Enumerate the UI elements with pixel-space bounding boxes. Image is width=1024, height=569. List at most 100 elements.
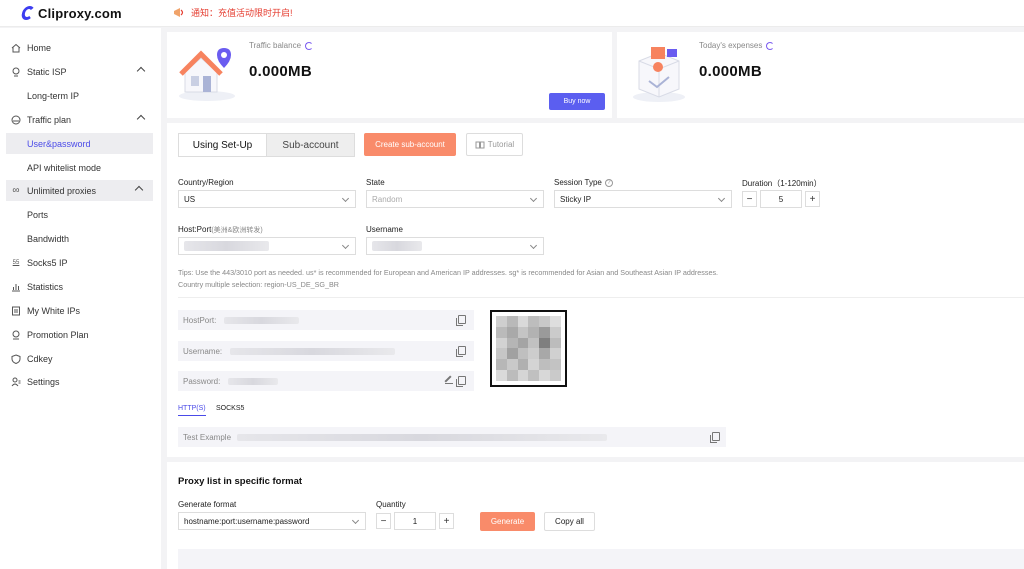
country-select[interactable]: US (178, 190, 356, 208)
traffic-balance-label: Traffic balance (249, 41, 302, 50)
sidebar-item-label: User&password (27, 138, 91, 149)
tab-socks5[interactable]: SOCKS5 (216, 405, 244, 412)
redacted-value (237, 433, 608, 441)
qr-code (490, 310, 567, 387)
country-value: US (184, 194, 196, 204)
bar-chart-icon (11, 282, 21, 292)
sidebar-item-user-password[interactable]: User&password (6, 133, 153, 154)
quantity-input[interactable]: 1 (394, 512, 436, 530)
promotion-icon (11, 330, 21, 340)
sidebar-item-settings[interactable]: Settings (0, 371, 161, 392)
buy-now-button[interactable]: Buy now (549, 93, 605, 110)
edit-icon[interactable] (445, 376, 453, 384)
sidebar-item-label: Long-term IP (27, 90, 80, 101)
tutorial-label: Tutorial (487, 140, 515, 149)
test-example-label: Test Example (183, 432, 232, 442)
increment-button[interactable]: + (439, 513, 454, 529)
copy-icon[interactable] (456, 346, 466, 357)
refresh-icon[interactable] (305, 41, 314, 50)
refresh-icon[interactable] (766, 41, 775, 50)
generate-format-select[interactable]: hostname:port:username:password (178, 512, 366, 530)
state-select[interactable]: Random (366, 190, 544, 208)
chevron-down-icon (717, 194, 726, 203)
sidebar-item-label: Home (27, 42, 52, 53)
qr-code-pattern (496, 316, 561, 381)
logo-icon (20, 6, 36, 20)
expenses-value: 0.000MB (699, 63, 762, 80)
duration-stepper: − 5 + (742, 190, 820, 208)
sidebar-item-label: Bandwidth (27, 233, 70, 244)
duration-input[interactable]: 5 (760, 190, 802, 208)
generate-button[interactable]: Generate (480, 512, 535, 531)
increment-button[interactable]: + (805, 191, 820, 207)
username-label: Username (366, 225, 403, 234)
sidebar-item-bandwidth[interactable]: Bandwidth (0, 228, 161, 249)
gauge-icon (11, 115, 21, 125)
hostport-label-row: Host:Port(美洲&欧洲转发) (178, 225, 263, 235)
sidebar-item-label: Unlimited proxies (27, 185, 97, 196)
sidebar-item-unlimited-proxies[interactable]: ∞ Unlimited proxies (6, 180, 153, 201)
expenses-label: Today's expenses (699, 41, 763, 50)
sidebar-item-label: My White IPs (27, 305, 81, 316)
divider (178, 297, 1024, 298)
generate-format-value: hostname:port:username:password (184, 516, 310, 526)
sidebar-item-label: Static ISP (27, 66, 67, 77)
chevron-up-icon (134, 185, 144, 195)
decrement-button[interactable]: − (742, 191, 757, 207)
sidebar-item-long-term-ip[interactable]: Long-term IP (0, 85, 161, 106)
session-label: Session Type (554, 178, 602, 187)
location-pin-icon (11, 67, 21, 77)
sidebar-item-label: Settings (27, 376, 60, 387)
redacted-value (228, 377, 279, 385)
session-label-row: Session Type ? (554, 178, 613, 187)
copy-icon[interactable] (456, 376, 466, 387)
sidebar-item-ports[interactable]: Ports (0, 204, 161, 225)
todays-expenses-card: Today's expenses 0.000MB (617, 32, 1024, 118)
sidebar-item-cdkey[interactable]: Cdkey (0, 348, 161, 369)
sidebar-item-socks5-ip[interactable]: 55 Socks5 IP (0, 252, 161, 273)
traffic-balance-card: Traffic balance 0.000MB Buy now (167, 32, 612, 118)
tab-https[interactable]: HTTP(S) (178, 405, 206, 416)
expenses-label-row: Today's expenses (699, 41, 775, 50)
sidebar-item-statistics[interactable]: Statistics (0, 276, 161, 297)
top-bar: Cliproxy.com 通知：充值活动限时开启! (0, 0, 1024, 27)
traffic-balance-label-row: Traffic balance (249, 41, 314, 50)
sidebar-item-traffic-plan[interactable]: Traffic plan (0, 109, 161, 130)
tips-line-2: Country multiple selection: region-US_DE… (178, 280, 339, 289)
state-placeholder: Random (372, 194, 403, 204)
wallet-box-icon (633, 47, 685, 102)
chevron-up-icon (136, 114, 146, 124)
password-field-label: Password: (183, 376, 221, 386)
sidebar-item-home[interactable]: Home (0, 37, 161, 58)
sidebar-item-promotion-plan[interactable]: Promotion Plan (0, 324, 161, 345)
chevron-down-icon (529, 194, 538, 203)
tab-sub-account[interactable]: Sub-account (267, 134, 354, 156)
logo-text: Cliproxy.com (38, 5, 122, 21)
tips-line-1: Tips: Use the 443/3010 port as needed. u… (178, 268, 719, 277)
decrement-button[interactable]: − (376, 513, 391, 529)
help-icon[interactable]: ? (604, 178, 613, 187)
hostport-hint: (美洲&欧洲转发) (211, 227, 263, 234)
proxy-list-output[interactable] (178, 549, 1024, 569)
copy-icon[interactable] (710, 432, 720, 443)
chevron-up-icon (136, 66, 146, 76)
tab-using-setup[interactable]: Using Set-Up (179, 134, 267, 156)
sidebar-item-label: Promotion Plan (27, 329, 89, 340)
copy-all-button[interactable]: Copy all (544, 512, 595, 531)
create-sub-account-button[interactable]: Create sub-account (364, 133, 456, 156)
tutorial-button[interactable]: Tutorial (466, 133, 523, 156)
sidebar-item-static-isp[interactable]: Static ISP (0, 61, 161, 82)
sidebar-item-my-white-ips[interactable]: My White IPs (0, 300, 161, 321)
sidebar-item-label: API whitelist mode (27, 162, 102, 173)
sidebar: Home Static ISP Long-term IP Traffic pla… (0, 28, 161, 569)
sidebar-item-api-whitelist[interactable]: API whitelist mode (0, 157, 161, 178)
session-type-select[interactable]: Sticky IP (554, 190, 732, 208)
notice-banner: 通知：充值活动限时开启! (173, 6, 293, 19)
hostport-select[interactable] (178, 237, 356, 255)
logo[interactable]: Cliproxy.com (20, 4, 122, 22)
chevron-down-icon (529, 241, 538, 250)
copy-icon[interactable] (456, 315, 466, 326)
username-select[interactable] (366, 237, 544, 255)
redacted-value (372, 241, 422, 251)
sidebar-item-label: Statistics (27, 281, 64, 292)
